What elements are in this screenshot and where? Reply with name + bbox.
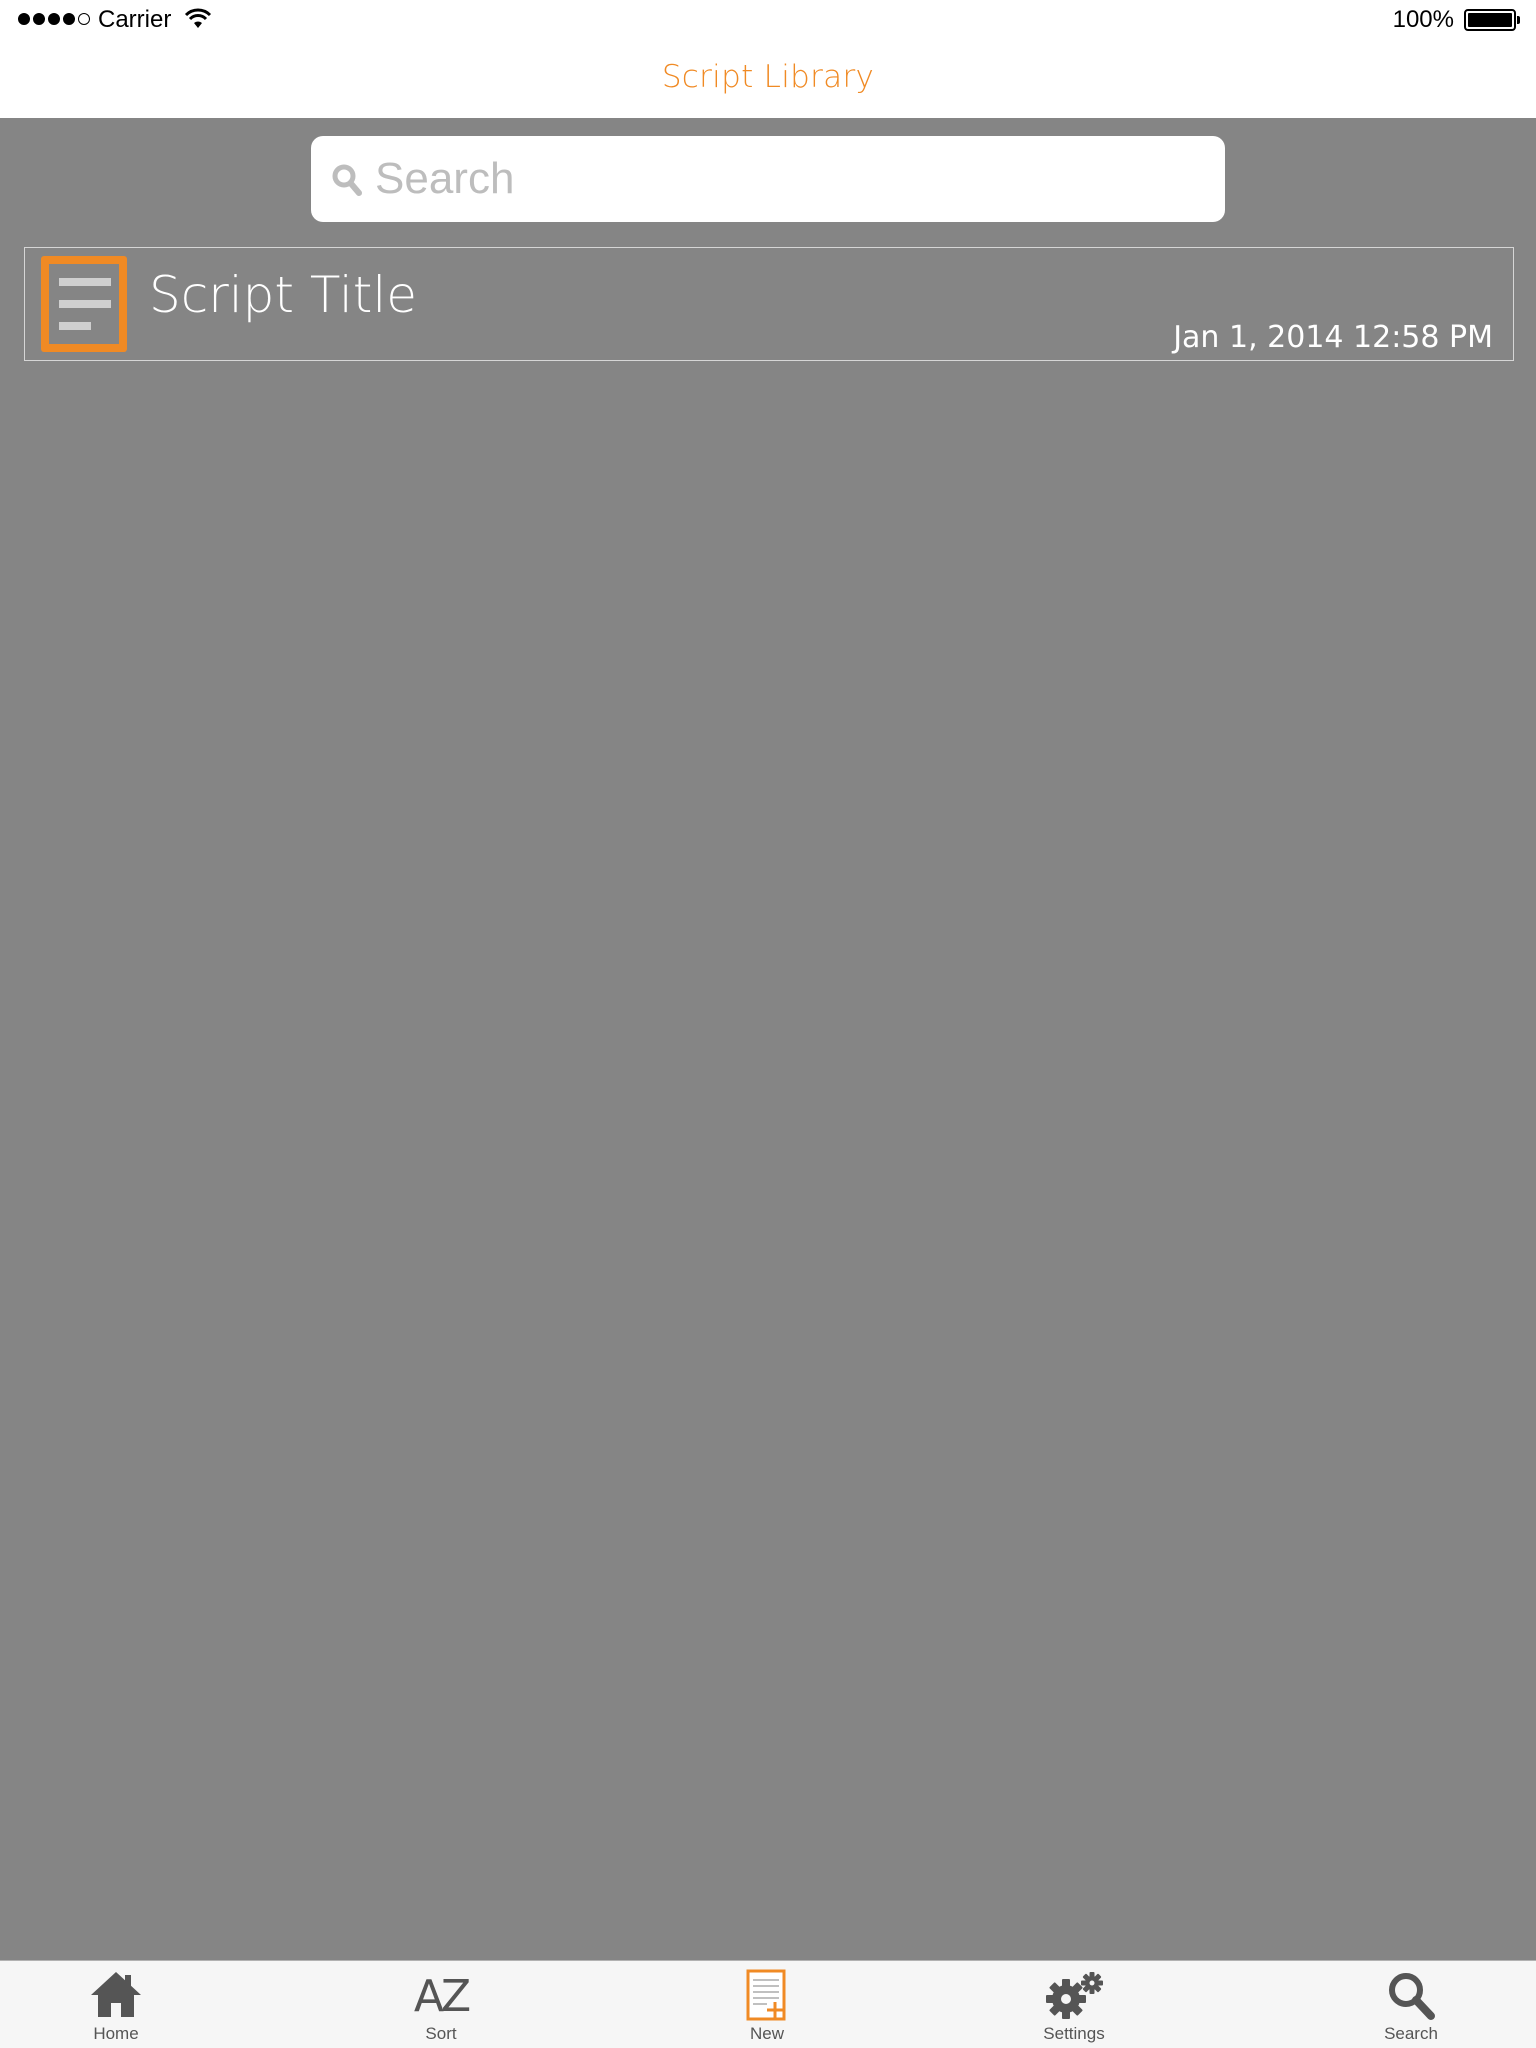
- tab-settings-label: Settings: [1043, 2024, 1105, 2043]
- tab-home-label: Home: [93, 2024, 139, 2043]
- search-bar[interactable]: [311, 136, 1225, 222]
- tab-sort[interactable]: AZ Sort: [361, 1961, 521, 2048]
- tab-home[interactable]: Home: [36, 1961, 196, 2048]
- wifi-icon: [184, 8, 212, 28]
- navigation-bar: Script Library: [0, 40, 1536, 118]
- tab-new-label: New: [749, 2024, 784, 2043]
- script-title: Script Title: [149, 266, 418, 324]
- home-icon: [91, 1972, 141, 2017]
- new-document-icon: [746, 1969, 786, 2021]
- page-title: Script Library: [661, 59, 875, 95]
- az-sort-icon: AZ: [413, 1971, 471, 2022]
- tab-search[interactable]: Search: [1331, 1961, 1491, 2048]
- battery-percentage: 100%: [1392, 6, 1454, 33]
- tab-sort-label: Sort: [425, 2024, 457, 2043]
- script-modified-date: Jan 1, 2014 12:58 PM: [1173, 320, 1493, 355]
- script-document-icon: [41, 256, 127, 352]
- status-bar: Carrier 100%: [0, 0, 1536, 40]
- signal-strength-icon: [18, 13, 90, 25]
- tab-settings[interactable]: Settings: [994, 1961, 1154, 2048]
- script-list-item[interactable]: Script Title Jan 1, 2014 12:58 PM: [24, 247, 1514, 361]
- magnifier-icon: [1389, 1973, 1435, 2020]
- tab-new[interactable]: New: [687, 1961, 847, 2048]
- carrier-name: Carrier: [98, 6, 172, 33]
- search-input[interactable]: [375, 150, 1205, 208]
- tab-search-label: Search: [1384, 2024, 1438, 2043]
- gears-icon: [1046, 1972, 1103, 2019]
- battery-icon: [1464, 9, 1520, 31]
- search-icon: [332, 164, 362, 196]
- app-root: Carrier 100% Script Library Search Scrip…: [0, 0, 1536, 2048]
- script-list-area: Script Title Jan 1, 2014 12:58 PM: [0, 118, 1536, 1960]
- tab-bar: Home AZ Sort New Settings Search: [0, 1960, 1536, 2048]
